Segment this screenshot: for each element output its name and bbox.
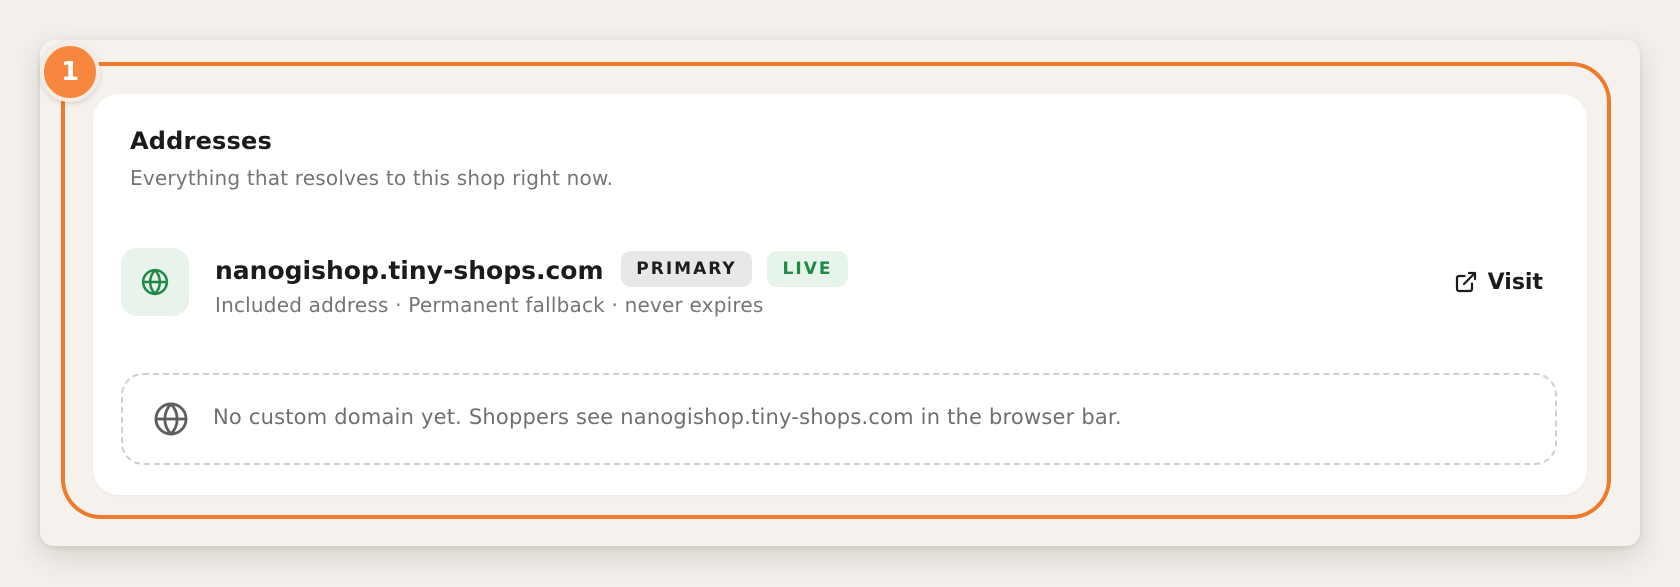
visit-label: Visit [1487,269,1543,295]
panel-subtitle: Everything that resolves to this shop ri… [130,166,614,190]
live-badge: LIVE [767,251,848,287]
panel-title: Addresses [130,127,272,155]
visit-button[interactable]: Visit [1448,262,1549,302]
domain-meta: Included address · Permanent fallback · … [215,293,764,317]
address-globe-tile [121,248,189,316]
empty-state-text: No custom domain yet. Shoppers see nanog… [213,405,1122,429]
domain-name: nanogishop.tiny-shops.com [215,256,604,285]
external-link-icon [1455,271,1476,293]
stage: Addresses Everything that resolves to th… [0,0,1680,587]
address-row: nanogishop.tiny-shops.com PRIMARY LIVE I… [121,248,1559,318]
globe-icon [141,268,169,296]
custom-domain-empty-state: No custom domain yet. Shoppers see nanog… [121,373,1557,465]
step-number-badge: 1 [40,42,100,102]
globe-icon [154,402,188,436]
primary-badge: PRIMARY [621,251,752,287]
addresses-panel: Addresses Everything that resolves to th… [93,94,1587,495]
